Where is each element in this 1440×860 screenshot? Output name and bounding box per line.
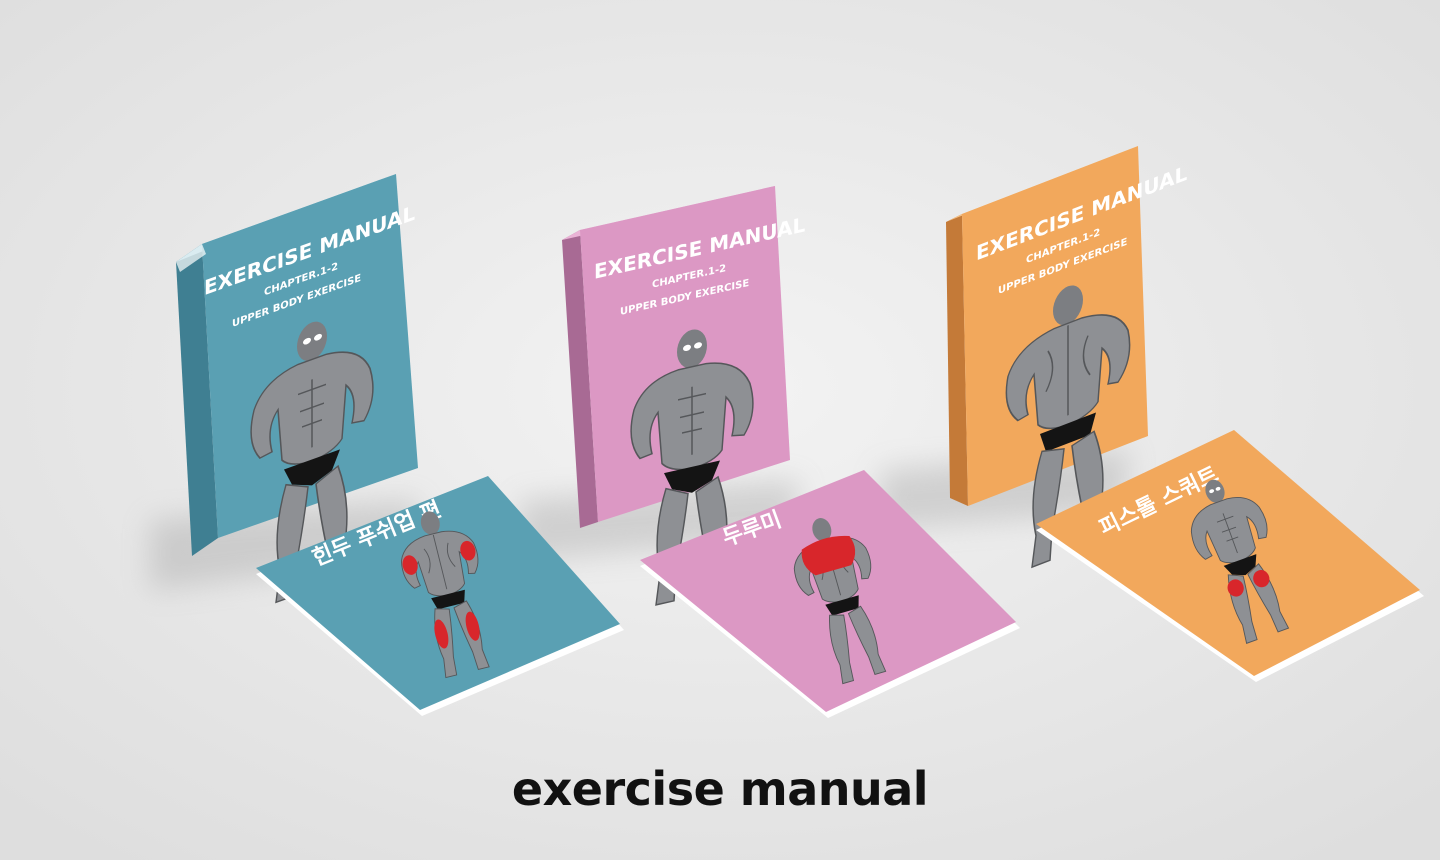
caption-text: exercise manual bbox=[511, 762, 929, 816]
product-photo: EXERCISE MANUAL CHAPTER.1-2 UPPER BODY E… bbox=[0, 0, 1440, 860]
scene: EXERCISE MANUAL CHAPTER.1-2 UPPER BODY E… bbox=[0, 0, 1440, 860]
